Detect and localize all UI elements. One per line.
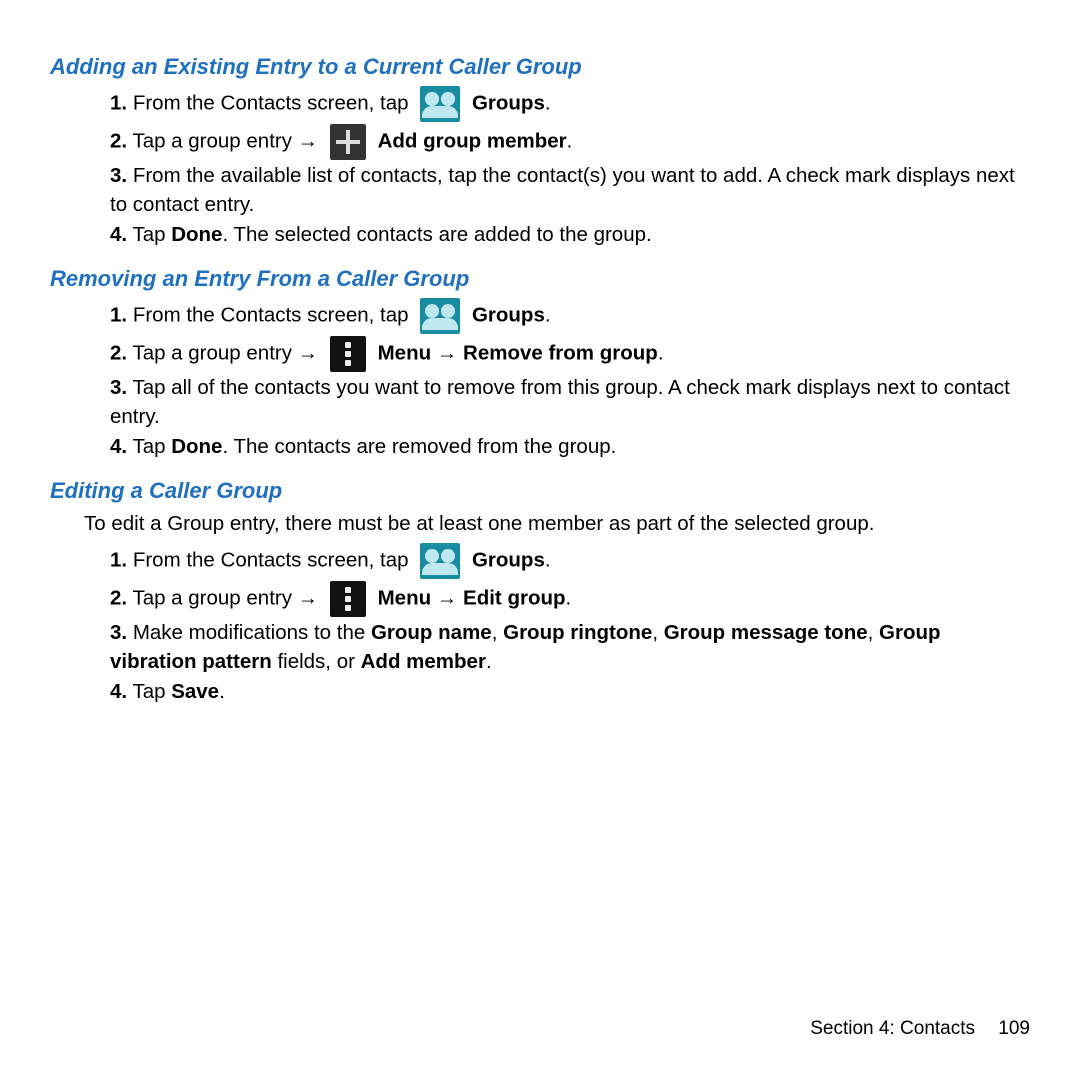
list-item: 1. From the Contacts screen, tap Groups.: [110, 543, 1030, 579]
list-item: 4. Tap Done. The contacts are removed fr…: [110, 433, 1030, 462]
list-item: 1. From the Contacts screen, tap Groups.: [110, 86, 1030, 122]
heading-editing-group: Editing a Caller Group: [50, 478, 1030, 504]
list-adding-entry: 1. From the Contacts screen, tap Groups.…: [50, 86, 1030, 250]
groups-icon: [420, 298, 460, 334]
list-item: 4. Tap Save.: [110, 678, 1030, 707]
list-item: 3. From the available list of contacts, …: [110, 162, 1030, 219]
list-item: 3. Tap all of the contacts you want to r…: [110, 374, 1030, 431]
list-item: 2. Tap a group entry → Menu → Remove fro…: [110, 336, 1030, 372]
plus-icon: [330, 124, 366, 160]
intro-editing-group: To edit a Group entry, there must be at …: [84, 510, 1030, 539]
groups-icon: [420, 543, 460, 579]
groups-icon: [420, 86, 460, 122]
list-item: 3. Make modifications to the Group name,…: [110, 619, 1030, 676]
heading-removing-entry: Removing an Entry From a Caller Group: [50, 266, 1030, 292]
heading-adding-entry: Adding an Existing Entry to a Current Ca…: [50, 54, 1030, 80]
menu-icon: [330, 581, 366, 617]
list-item: 2. Tap a group entry → Add group member.: [110, 124, 1030, 160]
section-label: Section 4: Contacts: [810, 1018, 975, 1039]
menu-icon: [330, 336, 366, 372]
list-item: 1. From the Contacts screen, tap Groups.: [110, 298, 1030, 334]
list-item: 4. Tap Done. The selected contacts are a…: [110, 221, 1030, 250]
page-number: 109: [998, 1018, 1030, 1039]
list-item: 2. Tap a group entry → Menu → Edit group…: [110, 581, 1030, 617]
list-editing-group: 1. From the Contacts screen, tap Groups.…: [50, 543, 1030, 707]
list-removing-entry: 1. From the Contacts screen, tap Groups.…: [50, 298, 1030, 462]
page-footer: Section 4: Contacts 109: [810, 1018, 1030, 1040]
page: Adding an Existing Entry to a Current Ca…: [0, 0, 1080, 1080]
